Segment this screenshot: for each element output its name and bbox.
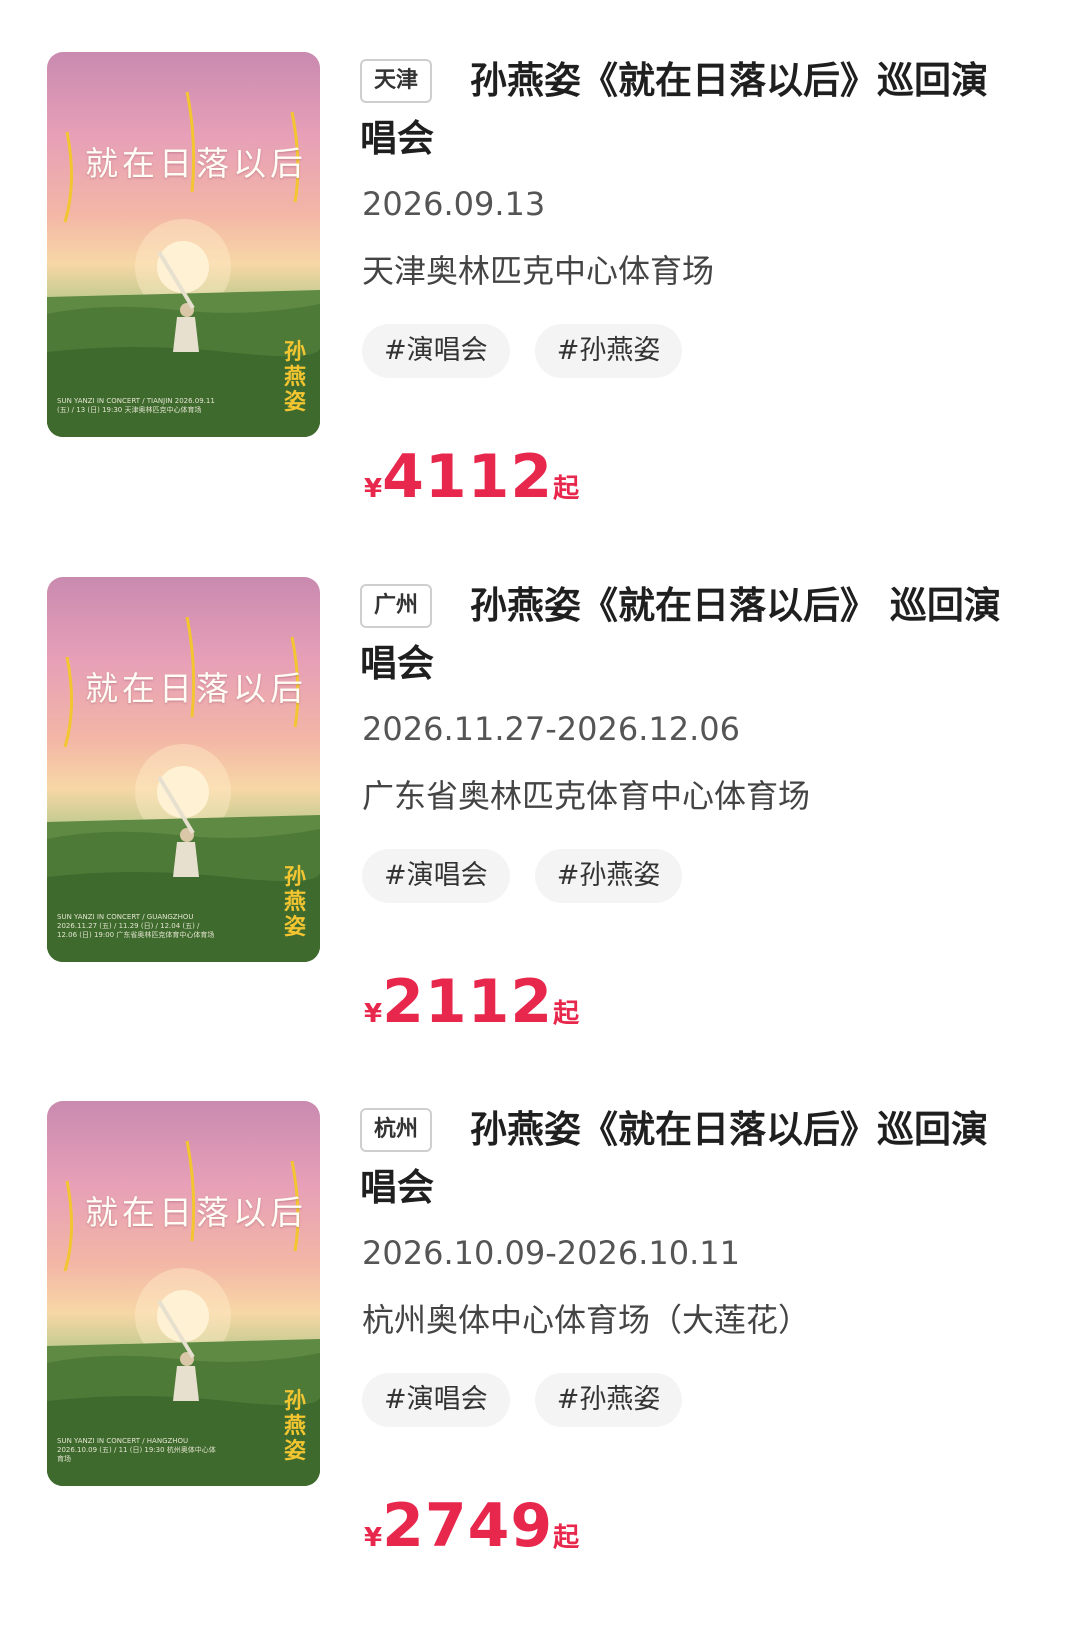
price-amount: 4112 [382,442,554,512]
event-card[interactable]: 就在日落以后 SUN YANZI IN CONCERT / TIANJIN 20… [0,52,1080,592]
tag-list: #演唱会 #孙燕姿 [362,849,702,903]
event-venue: 天津奥林匹克中心体育场 [362,252,715,290]
event-date: 2026.09.13 [362,185,546,223]
event-card[interactable]: 就在日落以后 SUN YANZI IN CONCERT / GUANGZHOU … [0,577,1080,1117]
tag-chip[interactable]: #演唱会 [362,324,510,378]
poster-title: 就在日落以后 [85,1193,307,1232]
event-card[interactable]: 就在日落以后 SUN YANZI IN CONCERT / HANGZHOU 2… [0,1101,1080,1641]
event-price: ¥2112起 [364,967,579,1037]
event-price: ¥4112起 [364,442,579,512]
price-suffix: 起 [553,474,580,504]
event-title[interactable]: 孙燕姿《就在日落以后》巡回演唱会 [360,52,1020,168]
tag-list: #演唱会 #孙燕姿 [362,1373,702,1427]
poster-artist: 孙燕姿 [284,864,307,940]
poster-scene [47,91,320,437]
tag-chip[interactable]: #演唱会 [362,1373,510,1427]
poster-artist: 孙燕姿 [284,339,307,415]
event-venue: 杭州奥体中心体育场（大莲花） [362,1301,811,1339]
currency-symbol: ¥ [364,1523,383,1553]
tag-chip[interactable]: #演唱会 [362,849,510,903]
poster-scene [47,616,320,962]
tag-chip[interactable]: #孙燕姿 [534,849,683,903]
price-suffix: 起 [553,1523,580,1553]
tag-list: #演唱会 #孙燕姿 [362,324,702,378]
event-title[interactable]: 孙燕姿《就在日落以后》巡回演唱会 [360,1101,1020,1217]
poster-fine-print: SUN YANZI IN CONCERT / GUANGZHOU 2026.11… [57,913,215,939]
event-date: 2026.10.09-2026.10.11 [362,1234,740,1272]
tag-chip[interactable]: #孙燕姿 [534,1373,683,1427]
event-title[interactable]: 孙燕姿《就在日落以后》 巡回演唱会 [360,577,1020,693]
tag-chip[interactable]: #孙燕姿 [534,324,683,378]
poster-title: 就在日落以后 [85,144,307,183]
event-poster-image[interactable]: 就在日落以后 SUN YANZI IN CONCERT / TIANJIN 20… [47,52,320,437]
currency-symbol: ¥ [364,474,383,504]
poster-fine-print: SUN YANZI IN CONCERT / HANGZHOU 2026.10.… [57,1437,216,1463]
poster-artist: 孙燕姿 [284,1388,307,1464]
currency-symbol: ¥ [364,999,383,1029]
event-venue: 广东省奥林匹克体育中心体育场 [362,777,811,815]
price-suffix: 起 [553,999,580,1029]
event-poster-image[interactable]: 就在日落以后 SUN YANZI IN CONCERT / GUANGZHOU … [47,577,320,962]
poster-fine-print: SUN YANZI IN CONCERT / TIANJIN 2026.09.1… [57,397,215,414]
price-amount: 2749 [382,1491,554,1561]
event-poster-image[interactable]: 就在日落以后 SUN YANZI IN CONCERT / HANGZHOU 2… [47,1101,320,1486]
poster-title: 就在日落以后 [85,669,307,708]
event-date: 2026.11.27-2026.12.06 [362,710,740,748]
price-amount: 2112 [382,967,554,1037]
poster-scene [47,1140,320,1486]
event-price: ¥2749起 [364,1491,579,1561]
